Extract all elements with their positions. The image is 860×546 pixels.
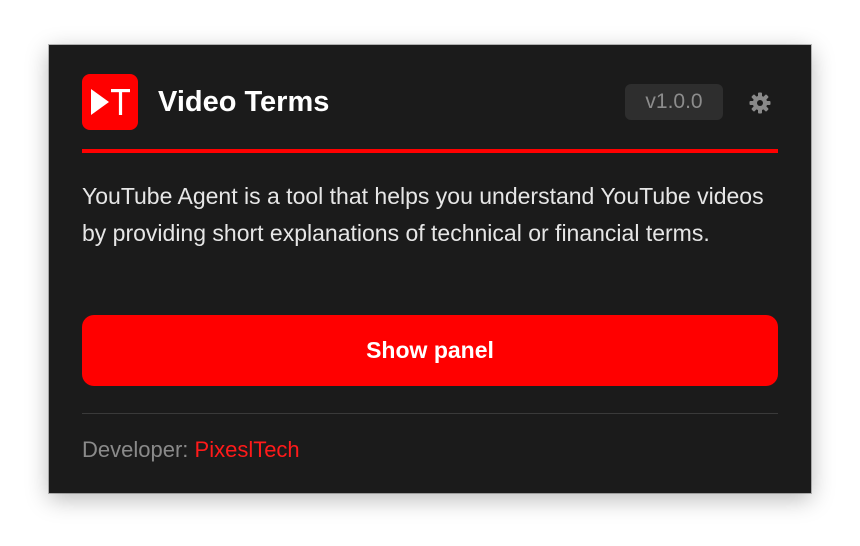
description-text: YouTube Agent is a tool that helps you u… bbox=[82, 183, 764, 246]
header-accent-divider bbox=[82, 149, 778, 153]
header: Video Terms v1.0.0 bbox=[82, 74, 778, 130]
developer-link[interactable]: PixeslTech bbox=[195, 437, 300, 462]
show-panel-button[interactable]: Show panel bbox=[82, 315, 778, 386]
developer-label: Developer: bbox=[82, 437, 189, 462]
extension-popup: Video Terms v1.0.0 YouTube Agent is a to… bbox=[49, 45, 811, 493]
footer-divider bbox=[82, 413, 778, 414]
version-badge: v1.0.0 bbox=[625, 84, 723, 120]
play-t-logo-icon bbox=[82, 74, 138, 130]
app-title: Video Terms bbox=[158, 86, 330, 118]
gear-icon[interactable] bbox=[748, 91, 772, 115]
footer: Developer: PixeslTech bbox=[82, 435, 300, 465]
